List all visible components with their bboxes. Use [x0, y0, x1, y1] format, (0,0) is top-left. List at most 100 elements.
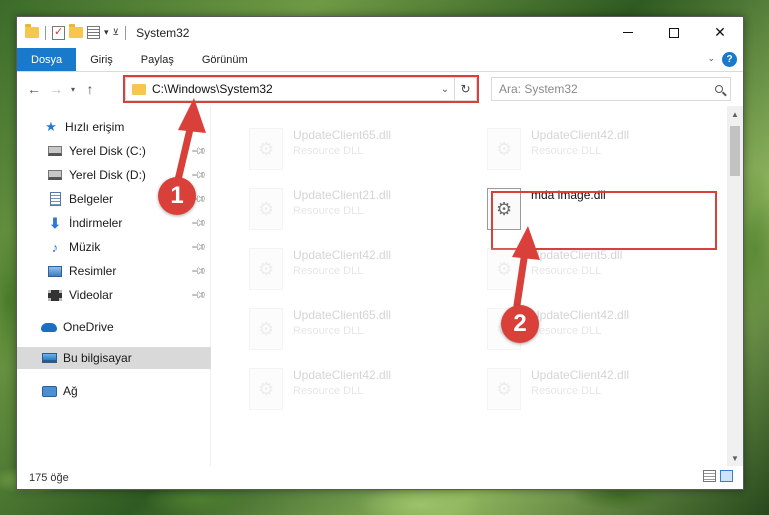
file-type: Resource DLL: [531, 385, 602, 397]
folder-icon: [25, 24, 39, 38]
file-type: Resource DLL: [531, 265, 602, 277]
address-highlight-box: [123, 75, 479, 103]
sidebar-item-music[interactable]: ♪ Müzik 📌︎: [17, 236, 211, 258]
sidebar-item-label: Bu bilgisayar: [63, 351, 132, 365]
sidebar-item-pictures[interactable]: Resimler 📌︎: [17, 260, 211, 282]
star-icon: ★: [45, 119, 57, 134]
file-item[interactable]: UpdateClient42.dll Resource DLL: [481, 122, 709, 178]
sidebar-item-onedrive[interactable]: OneDrive: [17, 316, 211, 338]
pin-icon[interactable]: 📌︎: [190, 239, 207, 256]
step-1-badge: 1: [158, 177, 196, 215]
list-properties-icon[interactable]: [87, 26, 100, 39]
search-input[interactable]: Ara: System32: [492, 82, 708, 96]
pictures-icon: [47, 264, 63, 278]
dll-file-icon: [249, 128, 283, 170]
ribbon-tabs: Dosya Giriş Paylaş Görünüm ⌄ ?: [17, 48, 743, 72]
sidebar-item-downloads[interactable]: ⬇ İndirmeler 📌︎: [17, 212, 211, 234]
file-item[interactable]: UpdateClient42.dll Resource DLL: [243, 242, 471, 298]
sidebar-item-label: Yerel Disk (C:): [69, 144, 146, 158]
file-item[interactable]: UpdateClient65.dll Resource DLL: [243, 122, 471, 178]
file-type: Resource DLL: [293, 325, 364, 337]
pin-icon[interactable]: 📌︎: [190, 263, 207, 280]
window-title: System32: [136, 25, 190, 40]
new-folder-icon[interactable]: [69, 24, 83, 38]
dll-file-icon: [249, 248, 283, 290]
search-icon[interactable]: [708, 85, 730, 93]
file-name: UpdateClient65.dll: [293, 128, 392, 142]
step-2-badge: 2: [501, 305, 539, 343]
customize-toolbar-icon[interactable]: ⊻: [113, 27, 120, 38]
pin-icon[interactable]: 📌︎: [190, 287, 207, 304]
title-bar: ▾ ⊻ System32 ✕: [17, 17, 743, 48]
file-type: Resource DLL: [293, 145, 364, 157]
tiles-view-icon[interactable]: [720, 470, 733, 482]
tab-share[interactable]: Paylaş: [127, 48, 188, 71]
file-item[interactable]: UpdateClient21.dll Resource DLL: [243, 182, 471, 238]
sidebar-item-label: OneDrive: [63, 320, 114, 334]
recent-locations-icon[interactable]: ▾: [67, 85, 79, 94]
this-pc-icon: [41, 351, 57, 365]
file-type: Resource DLL: [293, 205, 364, 217]
properties-check-icon[interactable]: [52, 25, 65, 40]
help-icon[interactable]: ?: [722, 52, 737, 67]
sidebar-item-label: Yerel Disk (D:): [69, 168, 146, 182]
sidebar-item-videos[interactable]: Videolar 📌︎: [17, 284, 211, 306]
sidebar-item-label: Belgeler: [69, 192, 114, 206]
forward-arrow-icon[interactable]: →: [45, 81, 67, 97]
downloads-icon: ⬇: [49, 214, 61, 231]
file-item[interactable]: UpdateClient42.dll Resource DLL: [243, 362, 471, 418]
sidebar-item-disk-c[interactable]: Yerel Disk (C:) 📌︎: [17, 140, 211, 162]
vertical-scrollbar[interactable]: ▲ ▼: [727, 106, 743, 466]
scroll-up-icon[interactable]: ▲: [727, 106, 743, 122]
videos-icon: [47, 288, 63, 302]
expand-ribbon-icon[interactable]: ⌄: [707, 53, 715, 64]
drive-icon: [47, 168, 63, 182]
drive-icon: [47, 144, 63, 158]
sidebar-item-label: Müzik: [69, 240, 101, 254]
sidebar-item-quick-access[interactable]: ★ Hızlı erişim: [17, 116, 211, 138]
address-row: ← → ▾ ↑ C:\Windows\System32 ⌄ ↻ Ara: Sys…: [17, 72, 743, 106]
view-switcher: [703, 470, 733, 482]
sidebar-item-label: Videolar: [69, 288, 113, 302]
network-icon: [41, 384, 57, 398]
scroll-down-icon[interactable]: ▼: [727, 450, 743, 466]
sidebar-item-this-pc[interactable]: Bu bilgisayar: [17, 347, 211, 369]
maximize-icon: [669, 27, 679, 38]
file-name: UpdateClient42.dll: [293, 248, 392, 262]
dll-file-icon: [249, 368, 283, 410]
tab-file[interactable]: Dosya: [17, 48, 77, 71]
details-view-icon[interactable]: [703, 470, 716, 482]
file-list: UpdateClient65.dll Resource DLL UpdateCli…: [213, 106, 727, 466]
file-type: Resource DLL: [293, 265, 364, 277]
close-button[interactable]: ✕: [697, 17, 743, 48]
file-name: UpdateClient42.dll: [531, 128, 630, 142]
file-name: UpdateClient42.dll: [531, 308, 630, 322]
pin-icon[interactable]: 📌︎: [190, 167, 207, 184]
search-box[interactable]: Ara: System32: [491, 77, 731, 101]
file-item[interactable]: UpdateClient65.dll Resource DLL: [243, 302, 471, 358]
file-name: UpdateClient5.dll: [531, 248, 623, 262]
pin-icon[interactable]: 📌︎: [190, 143, 207, 160]
file-type: Resource DLL: [293, 385, 364, 397]
file-name: UpdateClient42.dll: [293, 368, 392, 382]
tab-home[interactable]: Giriş: [76, 48, 127, 71]
tab-view[interactable]: Görünüm: [188, 48, 262, 71]
minimize-button[interactable]: [605, 17, 651, 48]
sidebar-item-label: İndirmeler: [69, 216, 123, 230]
sidebar-item-network[interactable]: Ağ: [17, 380, 211, 402]
up-arrow-icon[interactable]: ↑: [79, 81, 101, 97]
minimize-icon: [623, 32, 633, 33]
file-item[interactable]: UpdateClient5.dll Resource DLL: [481, 242, 709, 298]
file-item[interactable]: UpdateClient42.dll Resource DLL: [481, 362, 709, 418]
file-type: Resource DLL: [531, 325, 602, 337]
back-arrow-icon[interactable]: ←: [23, 81, 45, 97]
maximize-button[interactable]: [651, 17, 697, 48]
status-bar: 175 öğe: [17, 466, 743, 489]
sidebar-item-label: Ağ: [63, 384, 78, 398]
dll-file-icon: [487, 128, 521, 170]
pin-icon[interactable]: 📌︎: [190, 215, 207, 232]
scrollbar-thumb[interactable]: [730, 126, 740, 176]
chevron-down-icon[interactable]: ▾: [104, 27, 109, 38]
music-icon: ♪: [51, 239, 59, 255]
file-name: UpdateClient65.dll: [293, 308, 392, 322]
